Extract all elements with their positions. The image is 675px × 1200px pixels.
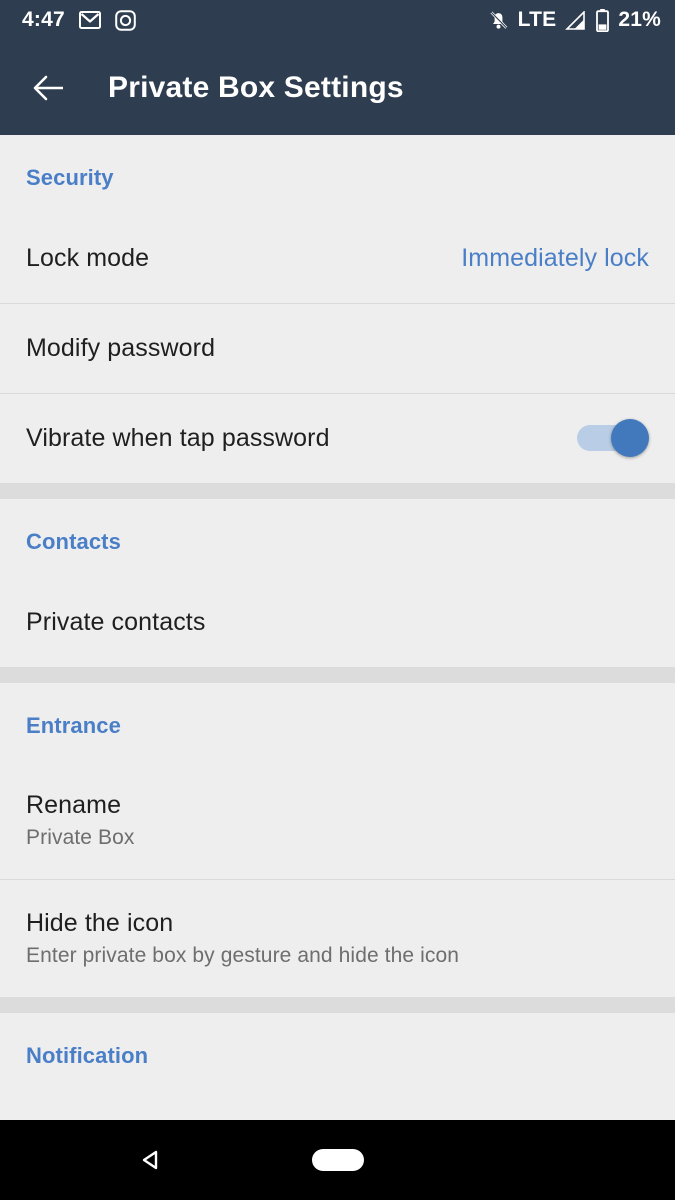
- section-header-entrance: Entrance: [26, 713, 121, 738]
- row-hide-the-icon-texts: Hide the icon Enter private box by gestu…: [26, 909, 459, 968]
- battery-icon: [596, 8, 610, 32]
- row-rename[interactable]: Rename Private Box: [0, 761, 675, 879]
- row-rename-value: Private Box: [26, 825, 135, 849]
- section-security: Security Lock mode Immediately lock Modi…: [0, 135, 675, 483]
- row-private-contacts-label: Private contacts: [26, 607, 206, 636]
- back-arrow-icon[interactable]: [28, 67, 70, 109]
- nav-back-triangle-icon[interactable]: [128, 1138, 172, 1182]
- app-bar: Private Box Settings: [0, 40, 675, 135]
- status-clock: 4:47: [22, 8, 65, 31]
- row-modify-password-label: Modify password: [26, 333, 216, 362]
- row-rename-label: Rename: [26, 790, 122, 819]
- network-type-label: LTE: [517, 8, 557, 31]
- row-lock-mode-value: Immediately lock: [461, 243, 649, 272]
- notifications-off-icon: [488, 9, 509, 31]
- row-hide-the-icon[interactable]: Hide the icon Enter private box by gestu…: [0, 879, 675, 997]
- section-header-contacts: Contacts: [26, 529, 121, 554]
- system-nav-bar: [0, 1120, 675, 1200]
- section-divider: [0, 667, 675, 683]
- row-lock-mode[interactable]: Lock mode Immediately lock: [0, 213, 675, 303]
- row-modify-password[interactable]: Modify password: [0, 303, 675, 393]
- section-divider: [0, 997, 675, 1013]
- toggle-thumb: [611, 419, 649, 457]
- section-header-notification: Notification: [26, 1043, 149, 1068]
- instagram-icon: [115, 9, 136, 31]
- page-title: Private Box Settings: [108, 70, 404, 104]
- row-hide-the-icon-label: Hide the icon: [26, 908, 174, 937]
- section-header-security: Security: [26, 165, 114, 190]
- row-hide-the-icon-description: Enter private box by gesture and hide th…: [26, 943, 460, 967]
- phone-screen: 4:47 LTE 21% Private Box Settings Securi…: [0, 0, 675, 1200]
- row-private-contacts[interactable]: Private contacts: [0, 577, 675, 667]
- battery-percent-label: 21%: [618, 8, 661, 31]
- row-vibrate-label: Vibrate when tap password: [26, 423, 330, 452]
- row-rename-texts: Rename Private Box: [26, 791, 134, 850]
- status-bar: 4:47 LTE 21%: [0, 0, 675, 40]
- section-notification: Notification: [0, 1013, 675, 1091]
- signal-icon: [565, 10, 587, 30]
- status-bar-right: LTE 21%: [488, 8, 661, 32]
- section-contacts: Contacts Private contacts: [0, 499, 675, 667]
- settings-list: Security Lock mode Immediately lock Modi…: [0, 135, 675, 1091]
- section-divider: [0, 483, 675, 499]
- vibrate-toggle-switch[interactable]: [577, 419, 649, 457]
- status-bar-left: 4:47: [22, 8, 136, 32]
- row-vibrate-when-tap-password[interactable]: Vibrate when tap password: [0, 393, 675, 483]
- nav-home-pill-icon[interactable]: [311, 1149, 364, 1171]
- gmail-icon: [78, 11, 101, 29]
- section-entrance: Entrance Rename Private Box Hide the ico…: [0, 683, 675, 997]
- row-lock-mode-label: Lock mode: [26, 243, 150, 272]
